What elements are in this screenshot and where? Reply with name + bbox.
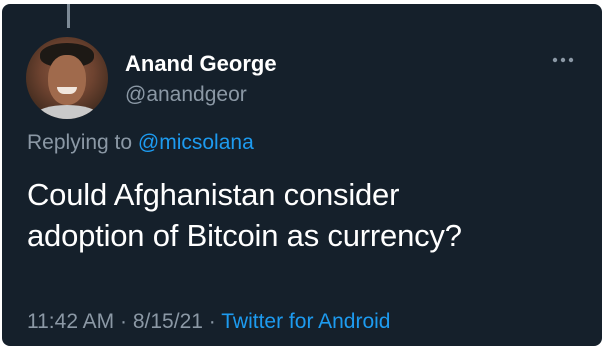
replying-to-line: Replying to @micsolana	[27, 131, 254, 155]
avatar[interactable]	[26, 37, 108, 119]
avatar-shirt	[36, 105, 98, 119]
tweet-date: 8/15/21	[132, 310, 203, 333]
replying-to-handle-link[interactable]: @micsolana	[138, 131, 254, 154]
replying-to-label: Replying to	[27, 131, 133, 154]
thread-connector-line	[67, 4, 70, 28]
user-handle[interactable]: @anandgeor	[125, 83, 247, 107]
display-name[interactable]: Anand George	[125, 51, 277, 77]
tweet-text-line-1: Could Afghanistan consider	[27, 177, 400, 212]
metadata-separator-2: ·	[208, 310, 216, 333]
metadata-separator-1: ·	[120, 310, 128, 333]
more-horizontal-icon[interactable]	[550, 53, 576, 67]
tweet-time: 11:42 AM	[27, 310, 115, 333]
tweet-text-line-2: adoption of Bitcoin as currency?	[27, 218, 462, 253]
tweet-card: Anand George @anandgeor Replying to @mic…	[2, 4, 602, 346]
tweet-metadata: 11:42 AM · 8/15/21 · Twitter for Android	[27, 310, 391, 334]
tweet-source-link[interactable]: Twitter for Android	[221, 310, 390, 333]
tweet-text: Could Afghanistan consider adoption of B…	[27, 174, 587, 256]
avatar-face	[48, 55, 86, 105]
